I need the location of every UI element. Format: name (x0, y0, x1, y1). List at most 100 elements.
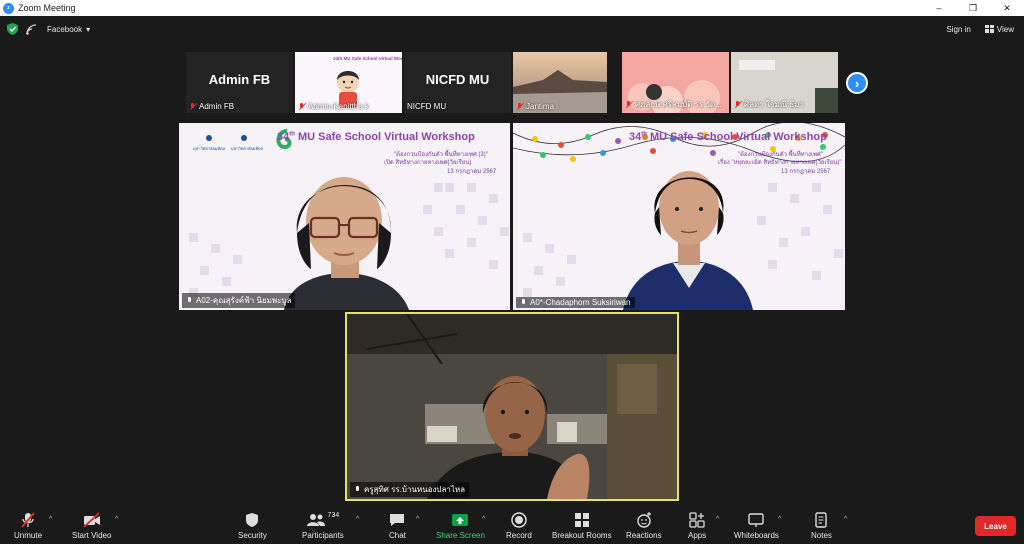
close-button[interactable]: ✕ (990, 0, 1024, 16)
record-icon (511, 512, 527, 528)
participant-thumbnail[interactable]: ศิลดา ใจมณี ธีมา (731, 52, 838, 113)
mic-muted-icon (625, 100, 634, 109)
chevron-down-icon: ▾ (86, 24, 91, 34)
banner-title-text: MU Safe School Virtual Workshop (649, 131, 827, 143)
start-video-button[interactable]: Start Video (72, 512, 111, 540)
participant-name-large: NICFD MU (425, 72, 490, 87)
view-label: View (996, 24, 1014, 34)
mic-muted-icon (734, 100, 743, 109)
view-button[interactable]: View (984, 24, 1014, 34)
encryption-shield-icon[interactable] (7, 23, 18, 35)
participants-icon (306, 514, 325, 526)
whiteboards-label: Whiteboards (734, 531, 779, 540)
unmute-label: Unmute (14, 531, 43, 540)
svg-text:มหาวิทยาลัยมหิดล: มหาวิทยาลัยมหิดล (231, 146, 264, 151)
meeting-topbar: Facebook ▾ Sign in View (0, 16, 1024, 42)
breakout-rooms-icon (574, 513, 589, 527)
notes-button[interactable]: Notes (811, 512, 832, 540)
audio-options-caret-icon[interactable]: ^ (49, 516, 52, 523)
video-tile[interactable]: มหาวิทยาลัยมหิดล มหาวิทยาลัยมหิดล 34th M… (179, 123, 510, 310)
participant-thumbnail[interactable]: Admin FB Admin FB (186, 52, 293, 113)
restore-button[interactable]: ❐ (956, 0, 990, 16)
participant-name: NICFD MU (407, 102, 447, 111)
participant-name: Jantima (526, 102, 555, 111)
participant-thumbnail[interactable]: 34th MU Safe School Virtual Workshop Adm… (295, 52, 402, 113)
whiteboards-button[interactable]: Whiteboards (734, 512, 779, 540)
participant-name: ครูสุทิศ รร.บ้านหนองปลาไหล (364, 485, 466, 494)
video-off-icon (83, 512, 100, 528)
record-button[interactable]: Record (506, 512, 532, 540)
zoom-logo-icon: z (3, 2, 14, 14)
participants-button[interactable]: 734 Participants (302, 512, 344, 540)
connection-signal-icon[interactable] (26, 23, 37, 35)
whiteboard-icon (748, 513, 765, 527)
participant-name: Admin FB (199, 102, 235, 111)
banner-title: 34th MU Safe School Virtual Workshop (277, 131, 475, 143)
svg-text:34th MU Safe School Virtual Wo: 34th MU Safe School Virtual Workshop (333, 56, 402, 61)
apps-icon (689, 512, 705, 528)
start-video-label: Start Video (72, 531, 112, 540)
leave-button[interactable]: Leave (975, 516, 1016, 536)
chat-bubble-icon (390, 514, 405, 526)
banner-number: 34 (277, 131, 290, 143)
share-screen-button[interactable]: Share Screen (436, 512, 485, 540)
active-speaker-tile[interactable]: ครูสุทิศ รร.บ้านหนองปลาไหล (345, 312, 679, 501)
unmute-button[interactable]: Unmute (14, 512, 42, 540)
window-titlebar: z Zoom Meeting – ❐ ✕ (0, 0, 1024, 16)
chevron-right-icon: › (854, 75, 860, 91)
window-title: Zoom Meeting (18, 3, 76, 13)
reactions-button[interactable]: Reactions (626, 512, 662, 540)
apps-options-caret-icon[interactable]: ^ (716, 516, 719, 523)
share-options-caret-icon[interactable]: ^ (482, 516, 485, 523)
participant-name: ศิลดา ใจมณี ธีมา (744, 100, 805, 109)
participant-thumbnail[interactable]: Jantima (513, 52, 607, 113)
record-label: Record (506, 531, 532, 540)
participants-label: Participants (302, 531, 344, 540)
meeting-name-dropdown[interactable]: Facebook ▾ (47, 25, 90, 34)
mic-muted-icon (516, 102, 525, 111)
reactions-label: Reactions (626, 531, 662, 540)
security-label: Security (238, 531, 267, 540)
next-page-button[interactable]: › (846, 72, 868, 94)
chat-button[interactable]: Chat (389, 512, 406, 540)
banner-title-text: MU Safe School Virtual Workshop (297, 131, 475, 143)
smiley-plus-icon (637, 512, 651, 528)
notes-options-caret-icon[interactable]: ^ (844, 516, 847, 523)
participant-thumbnail[interactable]: NICFD MU NICFD MU (404, 52, 511, 113)
banner-date: 13 กรกฎาคม 2567 (781, 169, 831, 175)
speaker-camera-feed (347, 314, 677, 499)
participant-name-large: Admin FB (208, 72, 271, 87)
pinned-mic-icon (354, 485, 361, 494)
participants-count: 734 (327, 512, 340, 519)
participant-name: Admin-Kanittha k (308, 102, 369, 111)
banner-number: 34 (629, 131, 642, 143)
participant-thumbnail[interactable]: ศุภลักษ์ ศรีสมบัติ รร.วัด... (622, 52, 729, 113)
video-tile[interactable]: 34th MU Safe School Virtual Workshop "ต้… (513, 123, 845, 310)
apps-button[interactable]: Apps (688, 512, 706, 540)
microphone-muted-icon (21, 512, 35, 528)
participant-name: ศุภลักษ์ ศรีสมบัติ รร.วัด... (635, 100, 722, 109)
meeting-name: Facebook (47, 24, 83, 34)
chat-options-caret-icon[interactable]: ^ (416, 516, 419, 523)
meeting-toolbar: Unmute ^ Start Video ^ Security 734 Part… (0, 508, 1024, 544)
breakout-rooms-button[interactable]: Breakout Rooms (552, 512, 612, 540)
pinned-mic-icon (186, 296, 193, 305)
sign-in-link[interactable]: Sign in (946, 25, 970, 34)
whiteboards-options-caret-icon[interactable]: ^ (778, 516, 781, 523)
minimize-button[interactable]: – (922, 0, 956, 16)
notes-label: Notes (811, 531, 832, 540)
banner-date: 13 กรกฎาคม 2567 (447, 169, 497, 175)
notes-icon (815, 512, 828, 528)
grid-view-icon (984, 25, 994, 33)
mic-muted-icon (298, 102, 307, 111)
video-options-caret-icon[interactable]: ^ (115, 516, 118, 523)
banner-number-suffix: th (289, 131, 295, 138)
share-screen-icon (452, 514, 469, 526)
svg-text:มหาวิทยาลัยมหิดล: มหาวิทยาลัยมหิดล (193, 146, 226, 151)
banner-title: 34th MU Safe School Virtual Workshop (629, 131, 827, 143)
pinned-mic-icon (520, 298, 527, 307)
chat-label: Chat (389, 531, 406, 540)
security-button[interactable]: Security (238, 512, 267, 540)
share-screen-label: Share Screen (436, 531, 485, 540)
participants-options-caret-icon[interactable]: ^ (356, 516, 359, 523)
